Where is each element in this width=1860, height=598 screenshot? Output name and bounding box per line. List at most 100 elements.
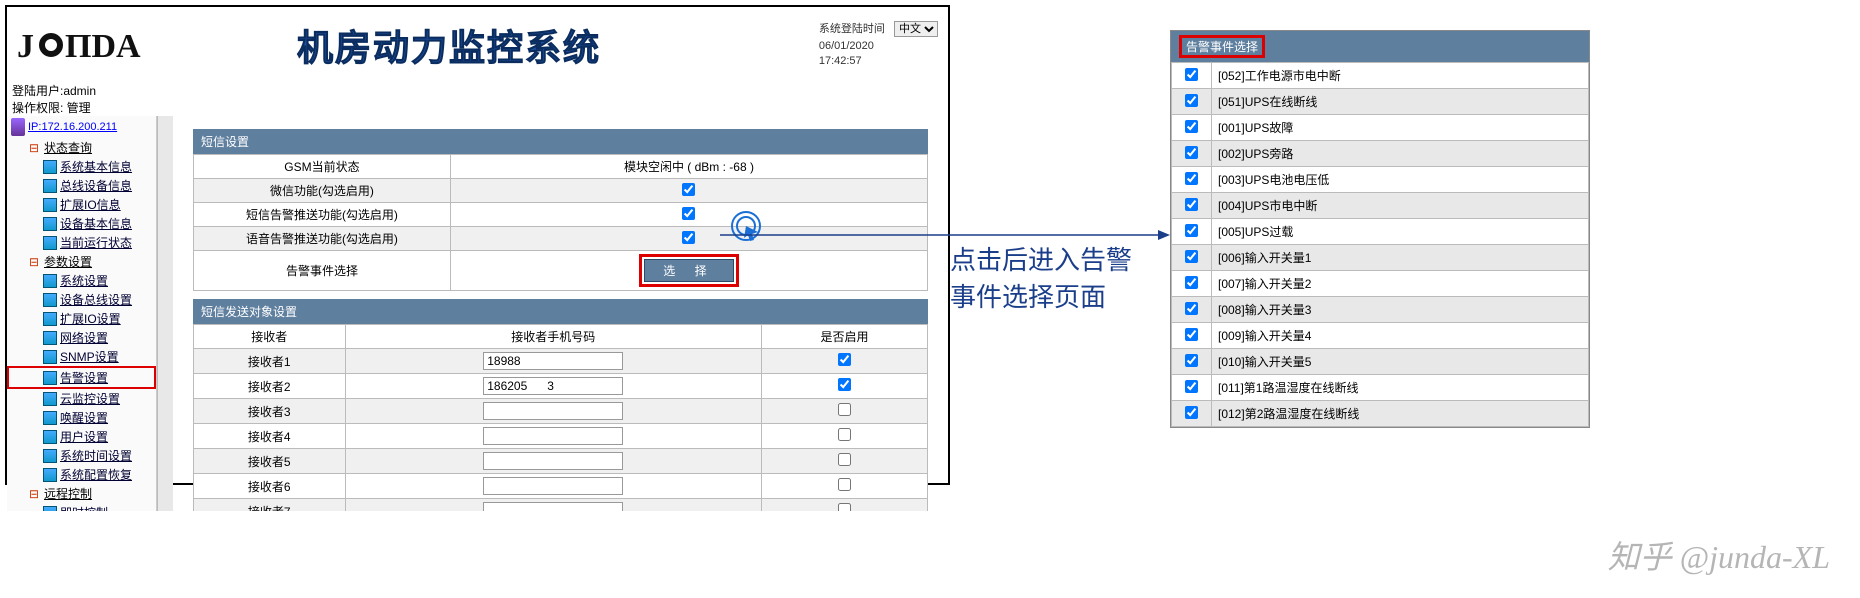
alarm-checkbox[interactable] [1185, 146, 1198, 159]
tree-group[interactable]: ⊟远程控制 [7, 484, 156, 503]
alarm-item-label: [001]UPS故障 [1212, 115, 1589, 141]
tree-item-总线设备信息[interactable]: 总线设备信息 [7, 176, 156, 195]
alarm-item-label: [051]UPS在线断线 [1212, 89, 1589, 115]
phone-input[interactable] [483, 477, 623, 495]
phone-input[interactable] [483, 402, 623, 420]
sms-row-label: 微信功能(勾选启用) [194, 179, 451, 203]
enable-checkbox[interactable] [838, 503, 851, 511]
svg-text:ПDA: ПDA [65, 28, 141, 65]
tree-item-设备总线设置[interactable]: 设备总线设置 [7, 290, 156, 309]
tree-item-系统设置[interactable]: 系统设置 [7, 271, 156, 290]
svg-text:J: J [17, 28, 34, 65]
alarm-checkbox[interactable] [1185, 380, 1198, 393]
user-role: 操作权限: 管理 [12, 99, 948, 116]
alarm-checkbox[interactable] [1185, 198, 1198, 211]
page-icon [43, 506, 57, 512]
watermark: 知乎 @junda-XL [1608, 532, 1830, 578]
user-info: 登陆用户:admin 操作权限: 管理 [7, 82, 948, 116]
tree-item-设备基本信息[interactable]: 设备基本信息 [7, 214, 156, 233]
header: JПDA 机房动力监控系统 系统登陆时间 中文 06/01/2020 17:42… [7, 7, 948, 82]
recipients-table: 接收者接收者手机号码是否启用 接收者1接收者2接收者3接收者4接收者5接收者6接… [193, 324, 928, 511]
page-icon [43, 312, 57, 326]
alarm-item-label: [011]第1路温湿度在线断线 [1212, 375, 1589, 401]
sms-settings-table: GSM当前状态模块空闲中 ( dBm : -68 )微信功能(勾选启用)短信告警… [193, 154, 928, 291]
alarm-checkbox[interactable] [1185, 120, 1198, 133]
alarm-item-label: [003]UPS电池电压低 [1212, 167, 1589, 193]
page-icon [43, 293, 57, 307]
content-area: 短信设置 GSM当前状态模块空闲中 ( dBm : -68 )微信功能(勾选启用… [173, 116, 948, 511]
alarm-item-label: [002]UPS旁路 [1212, 141, 1589, 167]
alarm-item-label: [008]输入开关量3 [1212, 297, 1589, 323]
alarm-checkbox[interactable] [1185, 276, 1198, 289]
login-user: 登陆用户:admin [12, 82, 948, 99]
col-phone: 接收者手机号码 [345, 325, 761, 349]
sms-row-label: GSM当前状态 [194, 155, 451, 179]
tree-item-唤醒设置[interactable]: 唤醒设置 [7, 408, 156, 427]
tree-group[interactable]: ⊟状态查询 [7, 138, 156, 157]
language-select[interactable]: 中文 [894, 21, 938, 37]
alarm-checkbox[interactable] [1185, 302, 1198, 315]
alarm-select-panel: 告警事件选择 [052]工作电源市电中断[051]UPS在线断线[001]UPS… [1170, 30, 1590, 428]
alarm-checkbox[interactable] [1185, 172, 1198, 185]
page-icon [43, 236, 57, 250]
enable-checkbox[interactable] [838, 353, 851, 366]
enable-checkbox[interactable] [838, 378, 851, 391]
tree-item-即时控制[interactable]: 即时控制 [7, 503, 156, 511]
enable-checkbox[interactable] [838, 403, 851, 416]
enable-checkbox[interactable] [838, 478, 851, 491]
col-recipient: 接收者 [194, 325, 346, 349]
phone-input[interactable] [483, 452, 623, 470]
tree-item-系统时间设置[interactable]: 系统时间设置 [7, 446, 156, 465]
select-alarm-button[interactable]: 选 择 [644, 259, 733, 282]
time-text: 17:42:57 [819, 55, 938, 67]
sms-checkbox[interactable] [682, 231, 695, 244]
alarm-checkbox[interactable] [1185, 354, 1198, 367]
ip-address[interactable]: IP:172.16.200.211 [7, 116, 156, 138]
page-icon [43, 198, 57, 212]
logo: J ПDA [17, 20, 237, 70]
sidebar-scrollbar[interactable] [157, 116, 173, 511]
tree-item-告警设置[interactable]: 告警设置 [7, 366, 156, 389]
phone-input[interactable] [483, 352, 623, 370]
alarm-item-label: [006]输入开关量1 [1212, 245, 1589, 271]
device-icon [11, 118, 25, 136]
alarm-item-label: [052]工作电源市电中断 [1212, 63, 1589, 89]
tree-group[interactable]: ⊟参数设置 [7, 252, 156, 271]
tree-item-扩展IO设置[interactable]: 扩展IO设置 [7, 309, 156, 328]
folder-open-icon: ⊟ [27, 255, 41, 269]
sms-checkbox[interactable] [682, 183, 695, 196]
alarm-checkbox[interactable] [1185, 68, 1198, 81]
alarm-item-label: [004]UPS市电中断 [1212, 193, 1589, 219]
enable-checkbox[interactable] [838, 453, 851, 466]
alarm-table: [052]工作电源市电中断[051]UPS在线断线[001]UPS故障[002]… [1171, 62, 1589, 427]
tree-item-网络设置[interactable]: 网络设置 [7, 328, 156, 347]
page-icon [43, 468, 57, 482]
phone-input[interactable] [483, 427, 623, 445]
alarm-checkbox[interactable] [1185, 328, 1198, 341]
page-icon [43, 179, 57, 193]
recipients-section-header: 短信发送对象设置 [193, 299, 928, 324]
enable-checkbox[interactable] [838, 428, 851, 441]
tree-item-SNMP设置[interactable]: SNMP设置 [7, 347, 156, 366]
alarm-checkbox[interactable] [1185, 406, 1198, 419]
tree-item-当前运行状态[interactable]: 当前运行状态 [7, 233, 156, 252]
system-title: 机房动力监控系统 [297, 19, 601, 71]
tree-item-扩展IO信息[interactable]: 扩展IO信息 [7, 195, 156, 214]
tree-item-云监控设置[interactable]: 云监控设置 [7, 389, 156, 408]
sidebar: IP:172.16.200.211 ⊟状态查询系统基本信息总线设备信息扩展IO信… [7, 116, 157, 511]
page-icon [43, 160, 57, 174]
sms-checkbox[interactable] [682, 207, 695, 220]
alarm-checkbox[interactable] [1185, 224, 1198, 237]
alarm-checkbox[interactable] [1185, 250, 1198, 263]
tree-item-用户设置[interactable]: 用户设置 [7, 427, 156, 446]
alarm-item-label: [007]输入开关量2 [1212, 271, 1589, 297]
phone-input[interactable] [483, 377, 623, 395]
tree-item-系统配置恢复[interactable]: 系统配置恢复 [7, 465, 156, 484]
page-icon [43, 430, 57, 444]
phone-input[interactable] [483, 502, 623, 511]
alarm-checkbox[interactable] [1185, 94, 1198, 107]
page-icon [43, 274, 57, 288]
tree-item-系统基本信息[interactable]: 系统基本信息 [7, 157, 156, 176]
recipient-label: 接收者7 [194, 499, 346, 512]
recipient-label: 接收者6 [194, 474, 346, 499]
